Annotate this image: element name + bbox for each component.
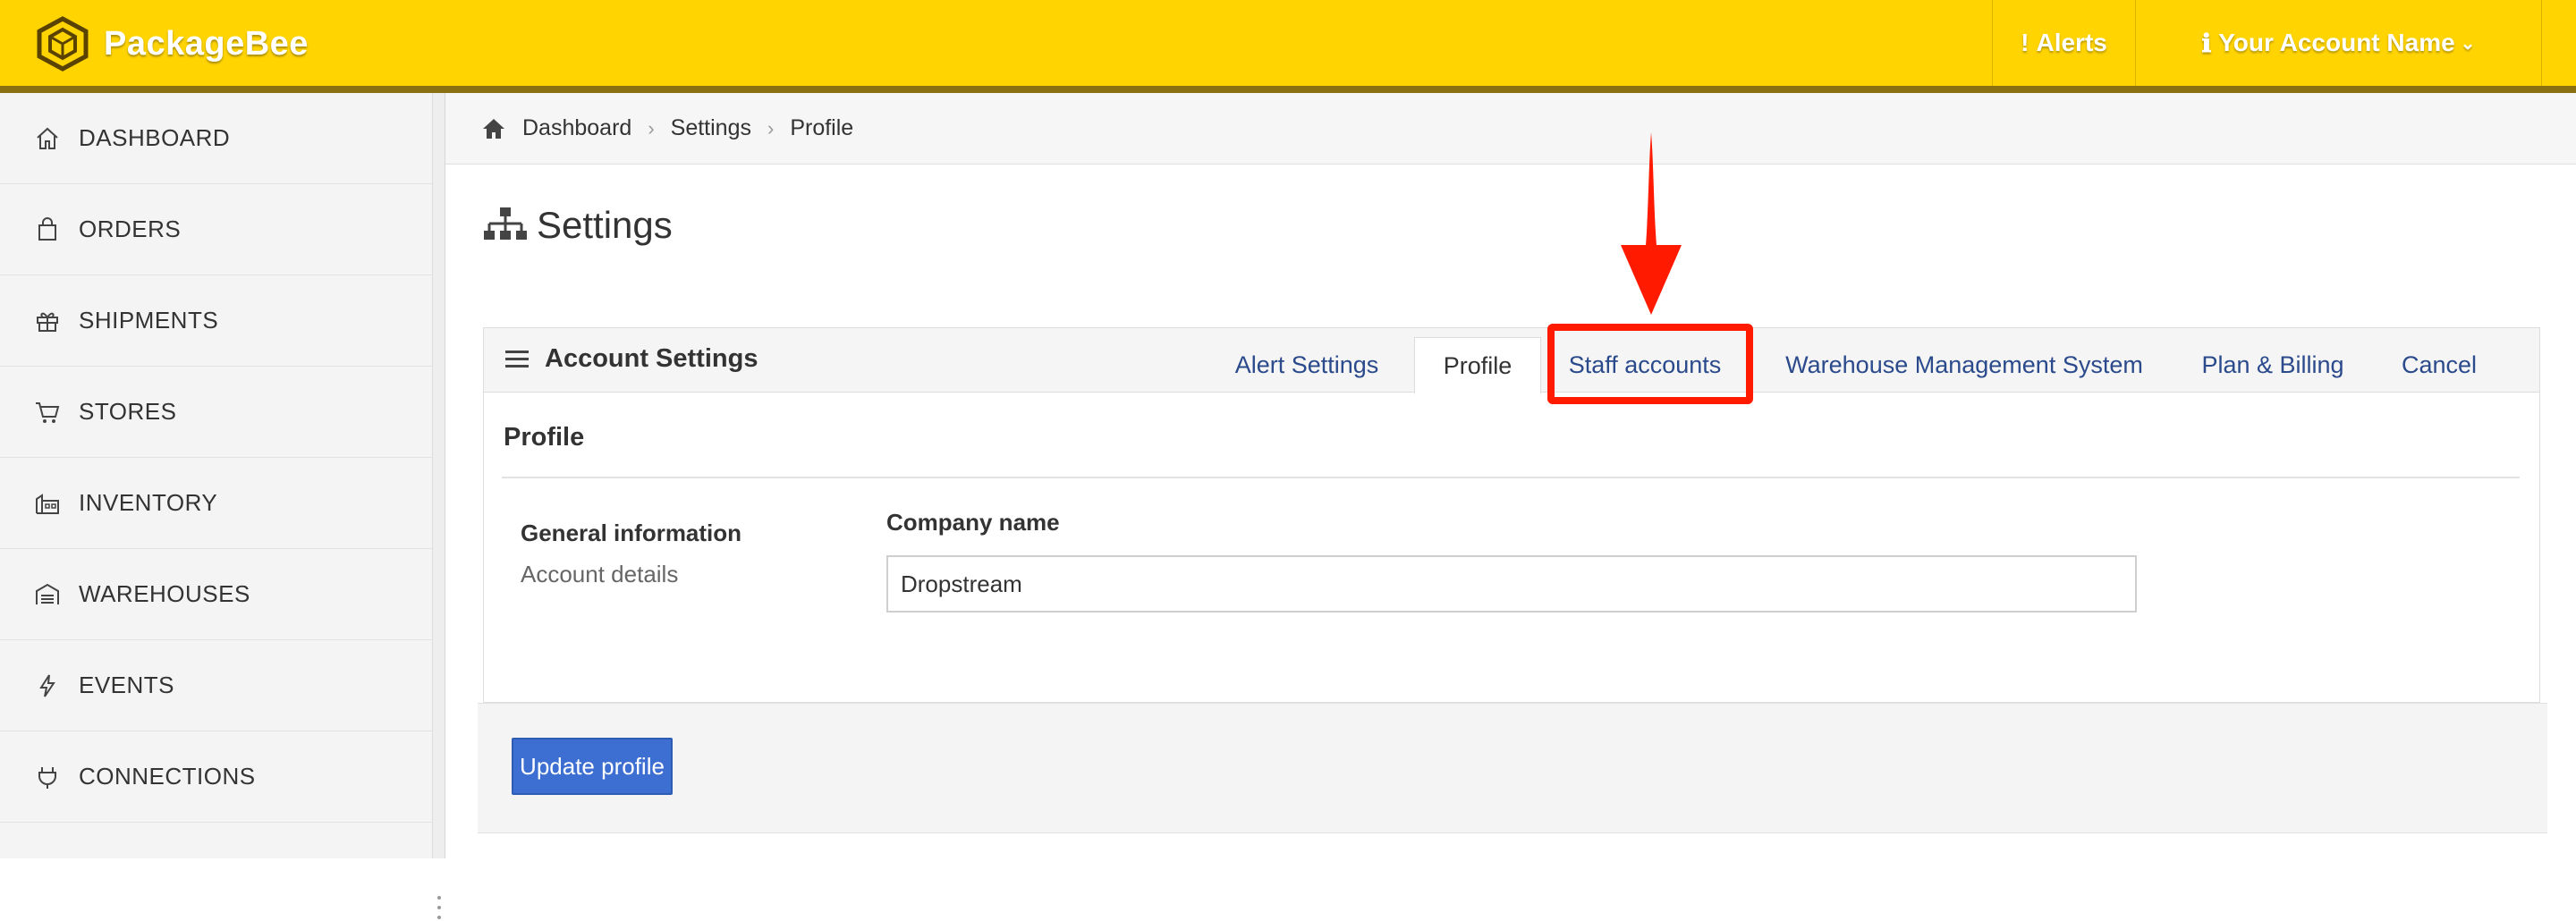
sitemap-icon <box>484 207 527 240</box>
sidebar-item-shipments[interactable]: SHIPMENTS <box>0 275 432 367</box>
sidebar-item-label: STORES <box>79 398 177 425</box>
update-profile-button[interactable]: Update profile <box>512 738 673 795</box>
account-details-subtitle: Account details <box>521 561 679 587</box>
sidebar-item-connections[interactable]: CONNECTIONS <box>0 731 432 823</box>
company-name-input[interactable] <box>886 555 2137 613</box>
sidebar-item-label: DASHBOARD <box>79 124 231 151</box>
home-icon <box>483 118 504 139</box>
building-icon <box>36 493 59 514</box>
lightning-icon <box>39 673 55 697</box>
home-icon <box>37 127 58 149</box>
page-title-text: Settings <box>537 204 673 246</box>
sidebar-item-dashboard[interactable]: DASHBOARD <box>0 93 432 184</box>
breadcrumb-settings[interactable]: Settings <box>671 115 751 141</box>
general-information-title: General information <box>521 520 742 546</box>
sidebar-item-stores[interactable]: STORES <box>0 367 432 458</box>
highlight-box <box>1547 324 1753 404</box>
panel-title-text: Account Settings <box>545 344 758 373</box>
section-divider <box>502 477 2520 478</box>
tab-plan-billing[interactable]: Plan & Billing <box>2183 337 2362 393</box>
alerts-link[interactable]: ! Alerts <box>1992 0 2135 86</box>
top-nav-end <box>2541 0 2576 86</box>
sidebar-item-orders[interactable]: ORDERS <box>0 184 432 275</box>
company-name-label: Company name <box>886 509 1060 536</box>
alerts-label: Alerts <box>2036 29 2107 56</box>
chevron-right-icon: › <box>648 116 655 139</box>
plug-icon <box>38 766 56 789</box>
chevron-right-icon: › <box>767 116 775 139</box>
user-info-icon: ℹ <box>2201 29 2212 57</box>
tab-alert-settings[interactable]: Alert Settings <box>1217 337 1396 393</box>
page-title: Settings <box>483 204 673 247</box>
sidebar-resize-handle[interactable] <box>433 93 445 919</box>
breadcrumb: Dashboard › Settings › Profile <box>445 93 2576 165</box>
chevron-down-icon: ⌄ <box>2460 33 2476 54</box>
sidebar-item-label: SHIPMENTS <box>79 307 219 334</box>
form-footer: Update profile <box>478 703 2547 833</box>
cart-icon <box>36 401 60 423</box>
sidebar-item-events[interactable]: EVENTS <box>0 640 432 731</box>
sidebar-item-label: EVENTS <box>79 672 175 698</box>
panel-title: Account Settings <box>505 344 758 374</box>
exclamation-icon: ! <box>2021 29 2029 56</box>
top-nav: ! Alerts ℹ Your Account Name ⌄ <box>1992 0 2576 86</box>
account-name: Your Account Name <box>2218 29 2455 56</box>
brand-name: PackageBee <box>104 24 309 63</box>
shopping-bag-icon <box>38 216 56 241</box>
sidebar-item-warehouses[interactable]: WAREHOUSES <box>0 549 432 640</box>
warehouse-icon <box>36 583 59 604</box>
sidebar-item-label: ORDERS <box>79 215 182 242</box>
sidebar-item-label: WAREHOUSES <box>79 580 250 607</box>
tab-warehouse-management-system[interactable]: Warehouse Management System <box>1772 337 2157 393</box>
brand[interactable]: PackageBee <box>34 16 309 72</box>
sidebar-item-inventory[interactable]: INVENTORY <box>0 458 432 549</box>
section-heading: Profile <box>504 423 585 452</box>
sidebar: DASHBOARD ORDERS SHIPMENTS STORES INVENT… <box>0 93 433 858</box>
hamburger-menu-icon <box>505 350 529 368</box>
tab-profile[interactable]: Profile <box>1414 337 1541 394</box>
gift-box-icon <box>37 312 58 332</box>
sidebar-item-label: CONNECTIONS <box>79 763 256 790</box>
sidebar-item-label: INVENTORY <box>79 489 218 516</box>
breadcrumb-dashboard[interactable]: Dashboard <box>522 115 631 141</box>
account-settings-panel: Account Settings Alert Settings Profile … <box>483 327 2540 703</box>
tab-cancel[interactable]: Cancel <box>2385 337 2493 393</box>
panel-header: Account Settings Alert Settings Profile … <box>484 328 2539 394</box>
breadcrumb-profile: Profile <box>790 115 854 140</box>
grip-dots-icon <box>437 896 441 919</box>
hexagon-box-logo-icon <box>37 16 89 72</box>
account-menu[interactable]: ℹ Your Account Name ⌄ <box>2135 0 2541 86</box>
top-bar: PackageBee ! Alerts ℹ Your Account Name … <box>0 0 2576 93</box>
arrow-down-icon <box>1621 132 1682 315</box>
